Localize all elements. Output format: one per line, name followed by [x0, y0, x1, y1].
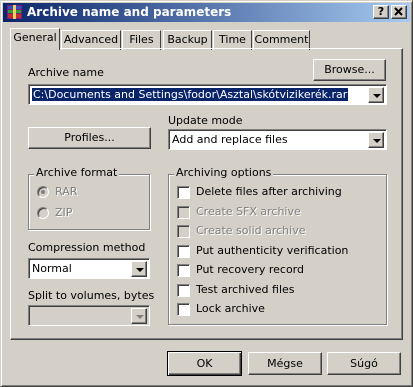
radio-rar-label: RAR: [55, 185, 78, 198]
compression-method-value: Normal: [32, 262, 72, 275]
close-icon: [394, 7, 403, 16]
tab-backup[interactable]: Backup: [163, 30, 212, 50]
tab-comment[interactable]: Comment: [253, 30, 310, 50]
checkbox-authenticity-label[interactable]: Put authenticity verification: [196, 244, 348, 257]
radio-rar: [37, 186, 49, 198]
tab-files[interactable]: Files: [122, 30, 161, 50]
update-mode-value: Add and replace files: [172, 133, 288, 146]
checkbox-test-files-label[interactable]: Test archived files: [196, 283, 295, 296]
checkbox-recovery-record-label[interactable]: Put recovery record: [196, 263, 304, 276]
checkbox-recovery-record[interactable]: [177, 264, 190, 277]
cancel-button[interactable]: Mégse: [248, 352, 322, 375]
browse-button[interactable]: Browse...: [313, 59, 386, 81]
chevron-down-icon: [131, 308, 147, 324]
tab-advanced[interactable]: Advanced: [61, 30, 121, 50]
window-title: Archive name and parameters: [27, 5, 232, 19]
chevron-down-icon[interactable]: [131, 261, 147, 277]
checkbox-create-sfx: [177, 206, 190, 219]
chevron-down-icon[interactable]: [368, 132, 384, 148]
archive-name-combobox[interactable]: C:\Documents and Settings\fodor\Asztal\s…: [28, 84, 387, 105]
split-volumes-label: Split to volumes, bytes: [28, 289, 155, 302]
checkbox-authenticity[interactable]: [177, 245, 190, 258]
radio-zip: [37, 207, 49, 219]
close-button[interactable]: [391, 5, 407, 19]
tab-time[interactable]: Time: [213, 30, 252, 50]
help-title-button[interactable]: ?: [373, 5, 389, 19]
winrar-icon: [7, 5, 22, 19]
compression-method-label: Compression method: [28, 241, 146, 254]
archiving-options-label: Archiving options: [174, 166, 274, 179]
title-bar[interactable]: Archive name and parameters ?: [3, 3, 410, 22]
archive-name-label: Archive name: [28, 66, 104, 79]
compression-method-select[interactable]: Normal: [28, 258, 150, 279]
checkbox-delete-files-label[interactable]: Delete files after archiving: [196, 185, 342, 198]
chevron-down-icon[interactable]: [368, 87, 384, 103]
tab-general[interactable]: General: [10, 28, 60, 50]
checkbox-create-solid: [177, 225, 190, 238]
checkbox-lock-archive[interactable]: [177, 303, 190, 316]
update-mode-label: Update mode: [168, 114, 243, 127]
checkbox-lock-archive-label[interactable]: Lock archive: [196, 302, 265, 315]
checkbox-test-files[interactable]: [177, 284, 190, 297]
archive-format-label: Archive format: [34, 166, 120, 179]
split-volumes-combobox: [28, 305, 150, 326]
checkbox-create-sfx-label: Create SFX archive: [196, 205, 301, 218]
help-button[interactable]: Súgó: [327, 352, 401, 375]
profiles-button[interactable]: Profiles...: [28, 127, 151, 149]
radio-zip-label: ZIP: [55, 206, 73, 219]
archive-format-group: [28, 174, 150, 230]
archive-name-value: C:\Documents and Settings\fodor\Asztal\s…: [32, 88, 349, 101]
checkbox-create-solid-label: Create solid archive: [196, 224, 306, 237]
checkbox-delete-files[interactable]: [177, 186, 190, 199]
ok-button[interactable]: OK: [167, 351, 242, 376]
update-mode-select[interactable]: Add and replace files: [168, 129, 387, 150]
